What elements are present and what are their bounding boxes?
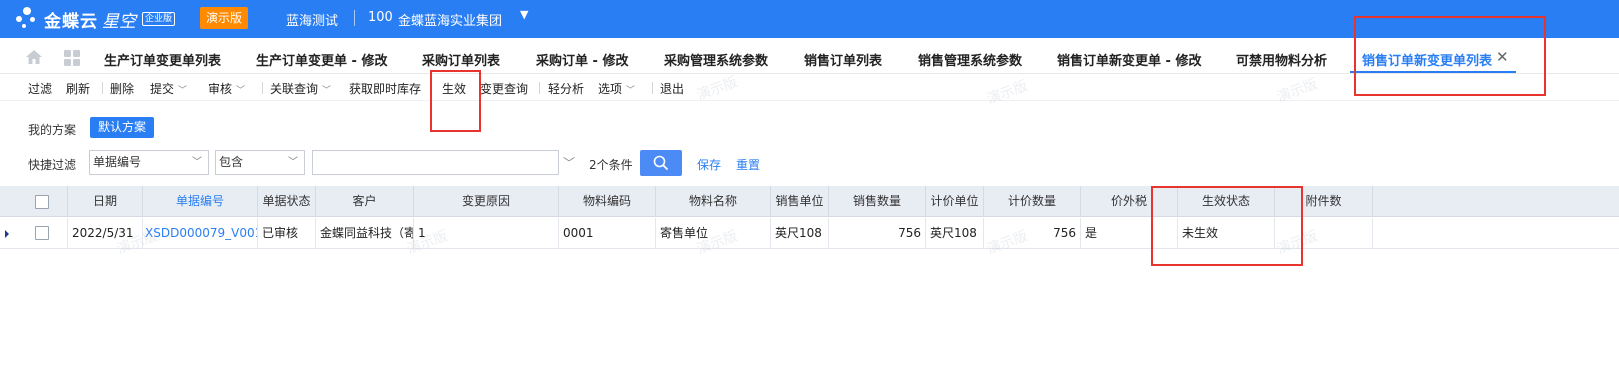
cell-customer: 金蝶同益科技（寄 (316, 218, 414, 249)
expand-conditions-icon[interactable]: ﹀ (563, 154, 575, 171)
column-header-bill-no[interactable]: 单据编号 (143, 186, 258, 217)
logo-text: 金蝶云 (44, 11, 98, 32)
tab-production-change-edit[interactable]: 生产订单变更单 - 修改 (256, 50, 387, 69)
chevron-down-icon: ﹀ (178, 86, 188, 96)
tab-production-change-list[interactable]: 生产订单变更单列表 (104, 50, 221, 69)
highlight-box-effect-button (430, 70, 481, 132)
filter-value-input[interactable] (312, 150, 559, 175)
options-label: 选项 (598, 82, 623, 96)
caret-down-icon[interactable]: ▼ (520, 8, 528, 21)
reset-link[interactable]: 重置 (736, 156, 760, 173)
related-query-label: 关联查询 (270, 82, 319, 96)
highlight-box-active-tab (1354, 16, 1546, 96)
filter-field-select[interactable]: 单据编号 ﹀ (89, 150, 209, 175)
tab-sales-params[interactable]: 销售管理系统参数 (918, 50, 1022, 69)
table-row[interactable]: 2022/5/31 XSDD000079_V001 已审核 金蝶同益科技（寄 1… (0, 218, 1619, 249)
tab-purchase-order-edit[interactable]: 采购订单 - 修改 (536, 50, 628, 69)
org-code[interactable]: 100 (368, 10, 393, 25)
cell-sale-qty: 756 (829, 218, 926, 249)
filter-operator-select[interactable]: 包含 ﹀ (215, 150, 305, 175)
column-header-price-unit[interactable]: 计价单位 (926, 186, 984, 217)
cell-material-name: 寄售单位 (656, 218, 771, 249)
chevron-down-icon: ﹀ (288, 157, 298, 168)
highlight-box-effective-status (1151, 186, 1303, 266)
chevron-down-icon: ﹀ (626, 86, 636, 96)
chevron-down-icon: ﹀ (192, 157, 202, 168)
tab-sales-change-edit[interactable]: 销售订单新变更单 - 修改 (1057, 50, 1201, 69)
home-icon[interactable] (26, 50, 42, 64)
grid-header: 日期 单据编号 单据状态 客户 变更原因 物料编码 物料名称 销售单位 销售数量… (0, 186, 1619, 217)
logo-icon (14, 6, 40, 32)
demo-button[interactable]: 演示版 (200, 7, 248, 29)
divider (354, 10, 355, 26)
refresh-button[interactable]: 刷新 (66, 80, 90, 97)
column-header-date[interactable]: 日期 (68, 186, 143, 217)
cell-price-qty: 756 (984, 218, 1081, 249)
toolbar-divider (262, 82, 263, 94)
light-analysis-button[interactable]: 轻分析 (548, 80, 584, 97)
toolbar-divider (539, 82, 540, 94)
toolbar-divider (102, 82, 103, 94)
tab-sales-order-list[interactable]: 销售订单列表 (804, 50, 882, 69)
change-query-button[interactable]: 变更查询 (480, 80, 528, 97)
get-stock-button[interactable]: 获取即时库存 (349, 80, 421, 97)
cell-date: 2022/5/31 (68, 218, 143, 249)
logo: 金蝶云 星空 企业版 (14, 6, 176, 32)
column-header-price-qty[interactable]: 计价数量 (984, 186, 1081, 217)
exit-button[interactable]: 退出 (660, 80, 684, 97)
filter-button[interactable]: 过滤 (28, 80, 52, 97)
row-select-cell (0, 218, 68, 249)
submit-label: 提交 (150, 82, 175, 96)
submit-dropdown[interactable]: 提交 ﹀ (150, 80, 187, 97)
default-scheme-button[interactable]: 默认方案 (90, 117, 154, 138)
tab-material-analysis[interactable]: 可禁用物料分析 (1236, 50, 1327, 69)
cell-bill-no-link[interactable]: XSDD000079_V001 (143, 218, 258, 249)
cell-reason: 1 (414, 218, 559, 249)
column-header-status[interactable]: 单据状态 (258, 186, 316, 217)
related-query-dropdown[interactable]: 关联查询 ﹀ (270, 80, 331, 97)
select-all-checkbox[interactable] (35, 195, 49, 209)
cell-price-unit: 英尺108 (926, 218, 984, 249)
cell-material-code: 0001 (559, 218, 656, 249)
search-icon (653, 155, 669, 171)
column-header-customer[interactable]: 客户 (316, 186, 414, 217)
filter-panel: 我的方案 默认方案 快捷过滤 单据编号 ﹀ 包含 ﹀ ﹀ 2个条件 保存 重置 (0, 100, 1619, 186)
edition-badge: 企业版 (142, 12, 176, 26)
column-header-reason[interactable]: 变更原因 (414, 186, 559, 217)
select-all-cell (0, 186, 68, 217)
audit-label: 审核 (208, 82, 233, 96)
save-link[interactable]: 保存 (697, 156, 721, 173)
column-header-sale-qty[interactable]: 销售数量 (829, 186, 926, 217)
filter-operator-value: 包含 (219, 155, 244, 169)
tab-purchase-order-list[interactable]: 采购订单列表 (422, 50, 500, 69)
row-checkbox[interactable] (35, 226, 49, 240)
audit-dropdown[interactable]: 审核 ﹀ (208, 80, 245, 97)
quick-filter-label: 快捷过滤 (28, 158, 77, 172)
cell-sale-unit: 英尺108 (771, 218, 829, 249)
chevron-down-icon: ﹀ (322, 86, 332, 96)
condition-count[interactable]: 2个条件 (589, 156, 633, 173)
apps-grid-icon[interactable] (64, 50, 80, 66)
filter-field-value: 单据编号 (93, 155, 142, 169)
logo-subtext: 星空 (102, 11, 136, 32)
options-dropdown[interactable]: 选项 ﹀ (598, 80, 635, 97)
my-scheme-link[interactable]: 我的方案 (28, 121, 76, 138)
toolbar-divider (652, 82, 653, 94)
tab-purchase-params[interactable]: 采购管理系统参数 (664, 50, 768, 69)
org-name[interactable]: 金蝶蓝海实业集团 (398, 10, 502, 29)
column-header-sale-unit[interactable]: 销售单位 (771, 186, 829, 217)
tenant-name[interactable]: 蓝海测试 (286, 10, 338, 29)
cell-status: 已审核 (258, 218, 316, 249)
column-header-material-code[interactable]: 物料编码 (559, 186, 656, 217)
delete-button[interactable]: 删除 (110, 80, 134, 97)
column-header-material-name[interactable]: 物料名称 (656, 186, 771, 217)
search-button[interactable] (640, 150, 682, 176)
chevron-down-icon: ﹀ (236, 86, 246, 96)
